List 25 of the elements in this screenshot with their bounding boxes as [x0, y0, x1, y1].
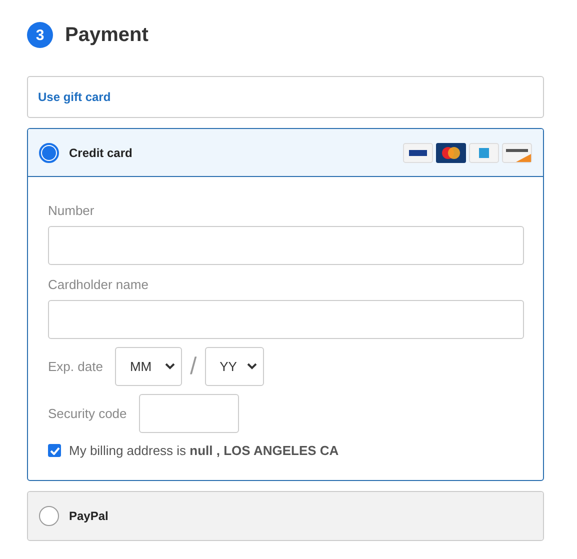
radio-button[interactable] — [39, 142, 59, 162]
month-select[interactable]: MM — [114, 347, 182, 386]
input-field[interactable] — [48, 226, 524, 265]
card-logo-icon — [403, 142, 433, 162]
checkbox[interactable] — [48, 444, 61, 457]
card-logo-icon — [502, 142, 532, 162]
input-field[interactable] — [48, 300, 524, 339]
field-label: Number — [48, 203, 96, 218]
card-logo-icon — [436, 142, 466, 162]
card-logo-icon — [469, 142, 499, 162]
section-title: Payment — [65, 24, 148, 46]
security-code-field[interactable] — [138, 394, 239, 433]
field-label: Security code — [48, 406, 127, 421]
billing-address-text: My billing address is null , LOS ANGELES CA — [69, 443, 339, 458]
chevron-down-icon — [164, 363, 175, 370]
chevron-down-icon — [246, 363, 257, 370]
date-separator: / — [190, 352, 197, 380]
step-number: 3 — [27, 22, 53, 48]
field-label: Cardholder name — [48, 277, 150, 292]
payment-method-label: PayPal — [69, 509, 110, 523]
payment-method-label: Credit card — [69, 146, 134, 160]
year-select[interactable]: YY — [204, 347, 264, 386]
gift-card-link[interactable]: Use gift card — [27, 76, 544, 118]
radio-button[interactable] — [39, 506, 59, 526]
field-label: Exp. date — [48, 359, 103, 374]
